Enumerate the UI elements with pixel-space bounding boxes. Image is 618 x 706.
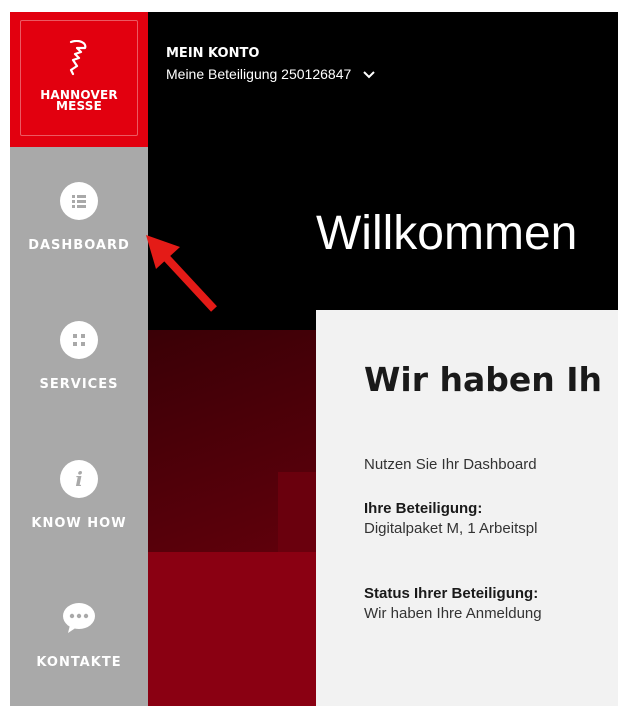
sidebar-item-label: KONTAKTE: [36, 655, 122, 670]
list-icon: [60, 182, 98, 220]
sidebar-item-know-how[interactable]: i KNOW HOW: [10, 460, 148, 531]
svg-text:i: i: [75, 467, 83, 491]
account-subtitle: Meine Beteiligung 250126847: [166, 66, 352, 82]
logo-frame: [20, 20, 138, 136]
hannover-messe-logo[interactable]: HANNOVER MESSE: [10, 12, 148, 147]
participation-value: Digitalpaket M, 1 Arbeitspl: [364, 520, 538, 537]
account-selector[interactable]: Meine Beteiligung 250126847: [166, 66, 375, 82]
sidebar: HANNOVER MESSE DASHBOARD SERVICES i KNOW…: [10, 12, 148, 706]
sidebar-item-label: SERVICES: [39, 377, 119, 392]
status-label: Status Ihrer Beteiligung:: [364, 585, 539, 602]
grid-icon: [60, 321, 98, 359]
page-title: Willkommen: [316, 207, 578, 260]
sidebar-item-label: KNOW HOW: [31, 516, 127, 531]
chevron-down-icon: [363, 71, 375, 79]
info-icon: i: [60, 460, 98, 498]
logo-head-icon: [69, 40, 87, 76]
welcome-card: Wir haben Ih Nutzen Sie Ihr Dashboard Ih…: [316, 310, 618, 706]
sidebar-item-services[interactable]: SERVICES: [10, 321, 148, 392]
account-title: MEIN KONTO: [166, 46, 260, 61]
sidebar-item-dashboard[interactable]: DASHBOARD: [10, 182, 148, 253]
sidebar-item-label: DASHBOARD: [28, 238, 130, 253]
main-area: Wir haben Ih Nutzen Sie Ihr Dashboard Ih…: [148, 12, 618, 706]
background-shape: [148, 552, 318, 706]
chat-icon: [60, 599, 98, 637]
status-value: Wir haben Ihre Anmeldung: [364, 605, 542, 622]
participation-label: Ihre Beteiligung:: [364, 500, 483, 517]
sidebar-item-kontakte[interactable]: KONTAKTE: [10, 599, 148, 670]
card-heading: Wir haben Ih: [364, 360, 602, 399]
card-intro: Nutzen Sie Ihr Dashboard: [364, 456, 537, 473]
logo-text-line2: MESSE: [55, 99, 103, 113]
annotation-arrow-icon: [146, 235, 217, 312]
